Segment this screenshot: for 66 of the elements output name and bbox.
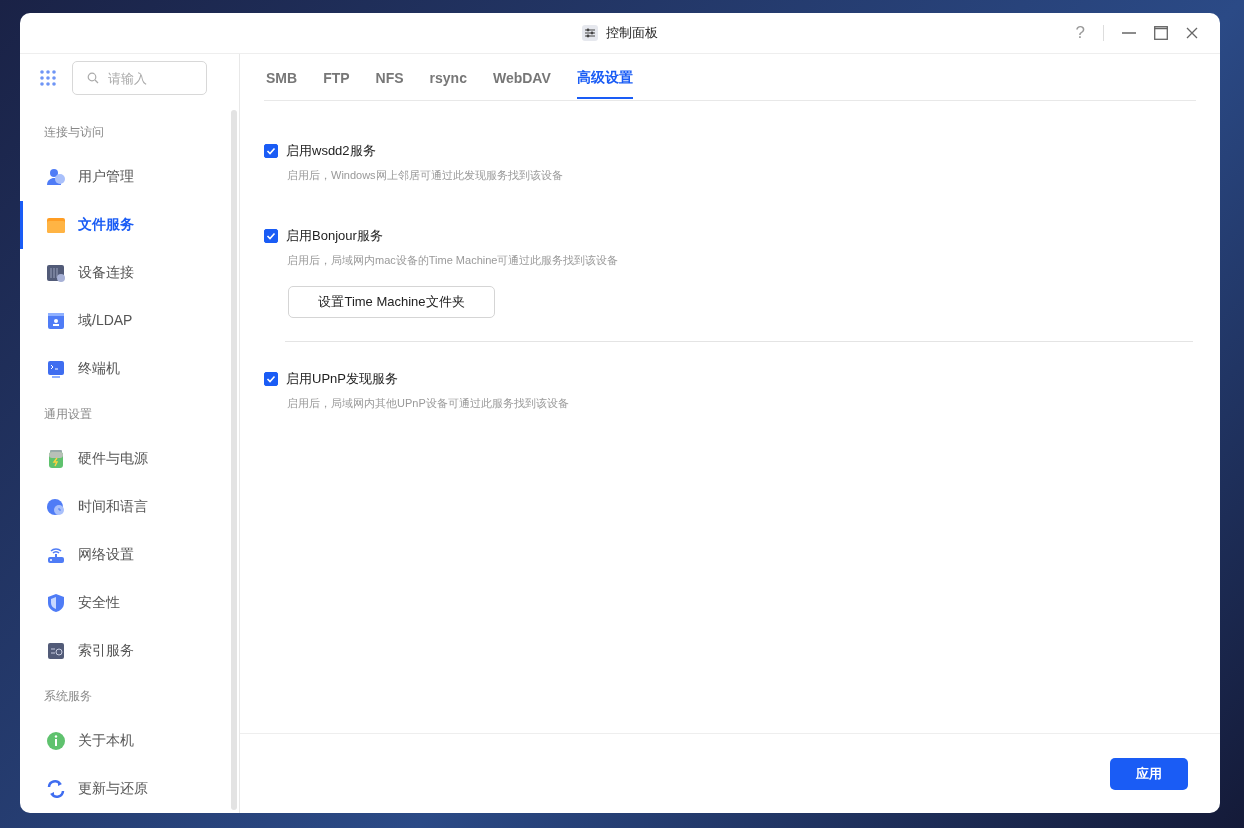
search-field[interactable]: 请输入 (72, 61, 207, 95)
sidebar-item-label: 安全性 (78, 594, 120, 612)
sidebar-item-label: 更新与还原 (78, 780, 148, 798)
setting-description: 启用后，局域网内mac设备的Time Machine可通过此服务找到该设备 (287, 253, 620, 268)
sidebar-item-label: 用户管理 (78, 168, 134, 186)
tab[interactable]: WebDAV (492, 56, 551, 98)
index-icon (46, 641, 66, 661)
sidebar-item[interactable]: 用户管理 (20, 153, 239, 201)
battery-icon (46, 449, 66, 469)
sidebar-item-label: 时间和语言 (78, 498, 148, 516)
user-icon (46, 167, 66, 187)
check-icon (266, 231, 276, 241)
sidebar-item-label: 域/LDAP (78, 312, 133, 330)
setting-label: 启用Bonjour服务 (286, 227, 383, 245)
apply-button[interactable]: 应用 (1110, 757, 1188, 790)
checkbox[interactable] (264, 229, 278, 243)
time-machine-folder-button[interactable]: 设置Time Machine文件夹 (288, 286, 495, 318)
checkbox[interactable] (264, 372, 278, 386)
ldap-icon (46, 311, 66, 331)
clock-icon (46, 497, 66, 517)
section-header: 连接与访问 (43, 124, 105, 141)
tab[interactable]: FTP (323, 56, 350, 98)
setting-label: 启用UPnP发现服务 (286, 370, 398, 388)
terminal-icon (46, 359, 66, 379)
sidebar-item-label: 网络设置 (78, 546, 134, 564)
app-grid-icon[interactable] (40, 70, 56, 86)
setting-label: 启用wsdd2服务 (286, 142, 376, 160)
tab[interactable]: rsync (429, 56, 467, 98)
checkbox[interactable] (264, 144, 278, 158)
sidebar-item-label: 终端机 (78, 360, 120, 378)
sidebar-item[interactable]: 时间和语言 (20, 483, 239, 531)
tab[interactable]: 高级设置 (576, 55, 633, 99)
shield-icon (46, 593, 66, 613)
check-icon (266, 146, 276, 156)
sidebar-item[interactable]: 设备连接 (20, 249, 239, 297)
sidebar-item[interactable]: 索引服务 (20, 627, 239, 675)
device-icon (46, 263, 66, 283)
sidebar-item[interactable]: 网络设置 (20, 531, 239, 579)
sliders-icon (582, 25, 598, 41)
sidebar-item-label: 文件服务 (78, 216, 134, 234)
check-icon (266, 374, 276, 384)
setting-description: 启用后，Windows网上邻居可通过此发现服务找到该设备 (287, 168, 564, 183)
section-header: 通用设置 (43, 406, 93, 423)
sidebar-item-label: 硬件与电源 (78, 450, 148, 468)
tab[interactable]: SMB (266, 56, 298, 98)
folder-icon (46, 215, 66, 235)
section-header: 系统服务 (43, 688, 93, 705)
search-icon (87, 72, 99, 84)
sidebar-item[interactable]: 安全性 (20, 579, 239, 627)
window-title: 控制面板 (606, 24, 658, 42)
sidebar-item[interactable]: 硬件与电源 (20, 435, 239, 483)
sidebar-item-label: 关于本机 (78, 732, 134, 750)
scrollbar[interactable] (231, 110, 237, 810)
router-icon (46, 545, 66, 565)
sidebar-item[interactable]: 关于本机 (20, 717, 239, 765)
sync-icon (46, 779, 66, 799)
tab[interactable]: NFS (375, 56, 404, 98)
sidebar-item[interactable]: 域/LDAP (20, 297, 239, 345)
sidebar-item[interactable]: 终端机 (20, 345, 239, 393)
maximize-icon[interactable] (1154, 26, 1168, 40)
info-icon (46, 731, 66, 751)
sidebar-item-label: 设备连接 (78, 264, 134, 282)
sidebar-item[interactable]: 更新与还原 (20, 765, 239, 813)
setting-description: 启用后，局域网内其他UPnP设备可通过此服务找到该设备 (287, 396, 570, 411)
sidebar-item-label: 索引服务 (78, 642, 134, 660)
close-icon[interactable] (1186, 27, 1198, 39)
